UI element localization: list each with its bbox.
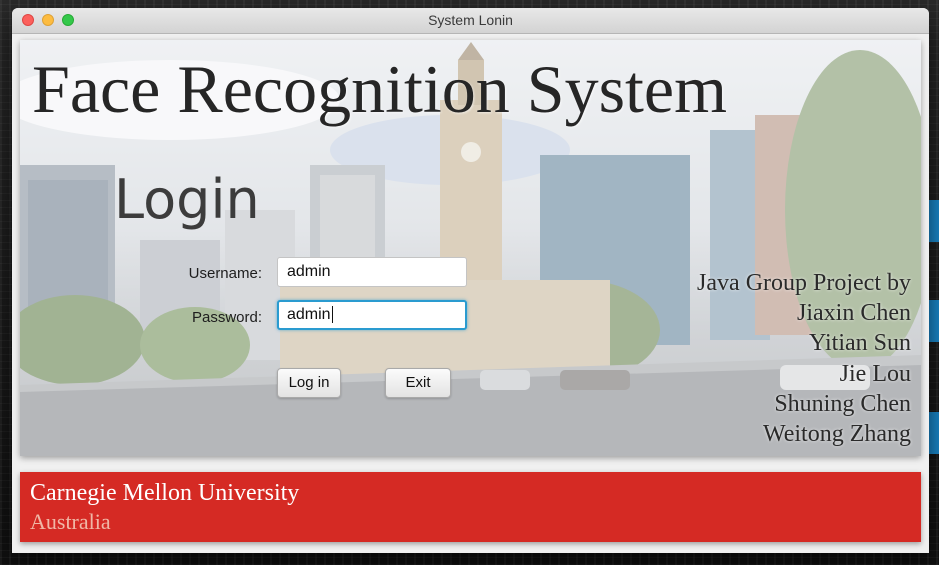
zoom-window-icon[interactable] [62, 14, 74, 26]
window-title: System Lonin [428, 12, 513, 28]
background-window-edge [929, 412, 939, 454]
credits-member: Shuning Chen [774, 390, 911, 417]
text-cursor [331, 306, 333, 324]
close-window-icon[interactable] [22, 14, 34, 26]
university-footer: Carnegie Mellon University Australia [20, 472, 921, 542]
credits-block: Java Group Project by Jiaxin Chen Yitian… [697, 268, 911, 449]
minimize-window-icon[interactable] [42, 14, 54, 26]
title-bar[interactable]: System Lonin [12, 8, 929, 34]
window-content: Face Recognition System Login Username: … [12, 34, 929, 553]
password-input[interactable]: admin [277, 300, 467, 330]
credits-member: Weitong Zhang [762, 421, 911, 448]
username-input[interactable]: admin [277, 257, 467, 287]
username-value: admin [287, 263, 331, 280]
exit-button[interactable]: Exit [385, 368, 451, 398]
banner-panel: Face Recognition System Login Username: … [20, 40, 921, 456]
login-window: System Lonin Face Recognition System Log… [12, 8, 929, 553]
campus-name: Australia [30, 509, 111, 534]
credits-member: Jie Lou [839, 360, 911, 387]
app-title: Face Recognition System [32, 51, 728, 127]
background-window-edge [929, 300, 939, 342]
credits-member: Yitian Sun [808, 330, 911, 357]
login-button[interactable]: Log in [277, 368, 341, 398]
password-label: Password: [191, 309, 262, 326]
login-heading: Login [114, 168, 260, 231]
credits-heading: Java Group Project by [697, 270, 911, 296]
username-label: Username: [188, 265, 262, 282]
background-window-edge [929, 200, 939, 242]
credits-member: Jiaxin Chen [797, 300, 911, 327]
university-name: Carnegie Mellon University [30, 480, 300, 506]
password-value: admin [287, 306, 331, 323]
